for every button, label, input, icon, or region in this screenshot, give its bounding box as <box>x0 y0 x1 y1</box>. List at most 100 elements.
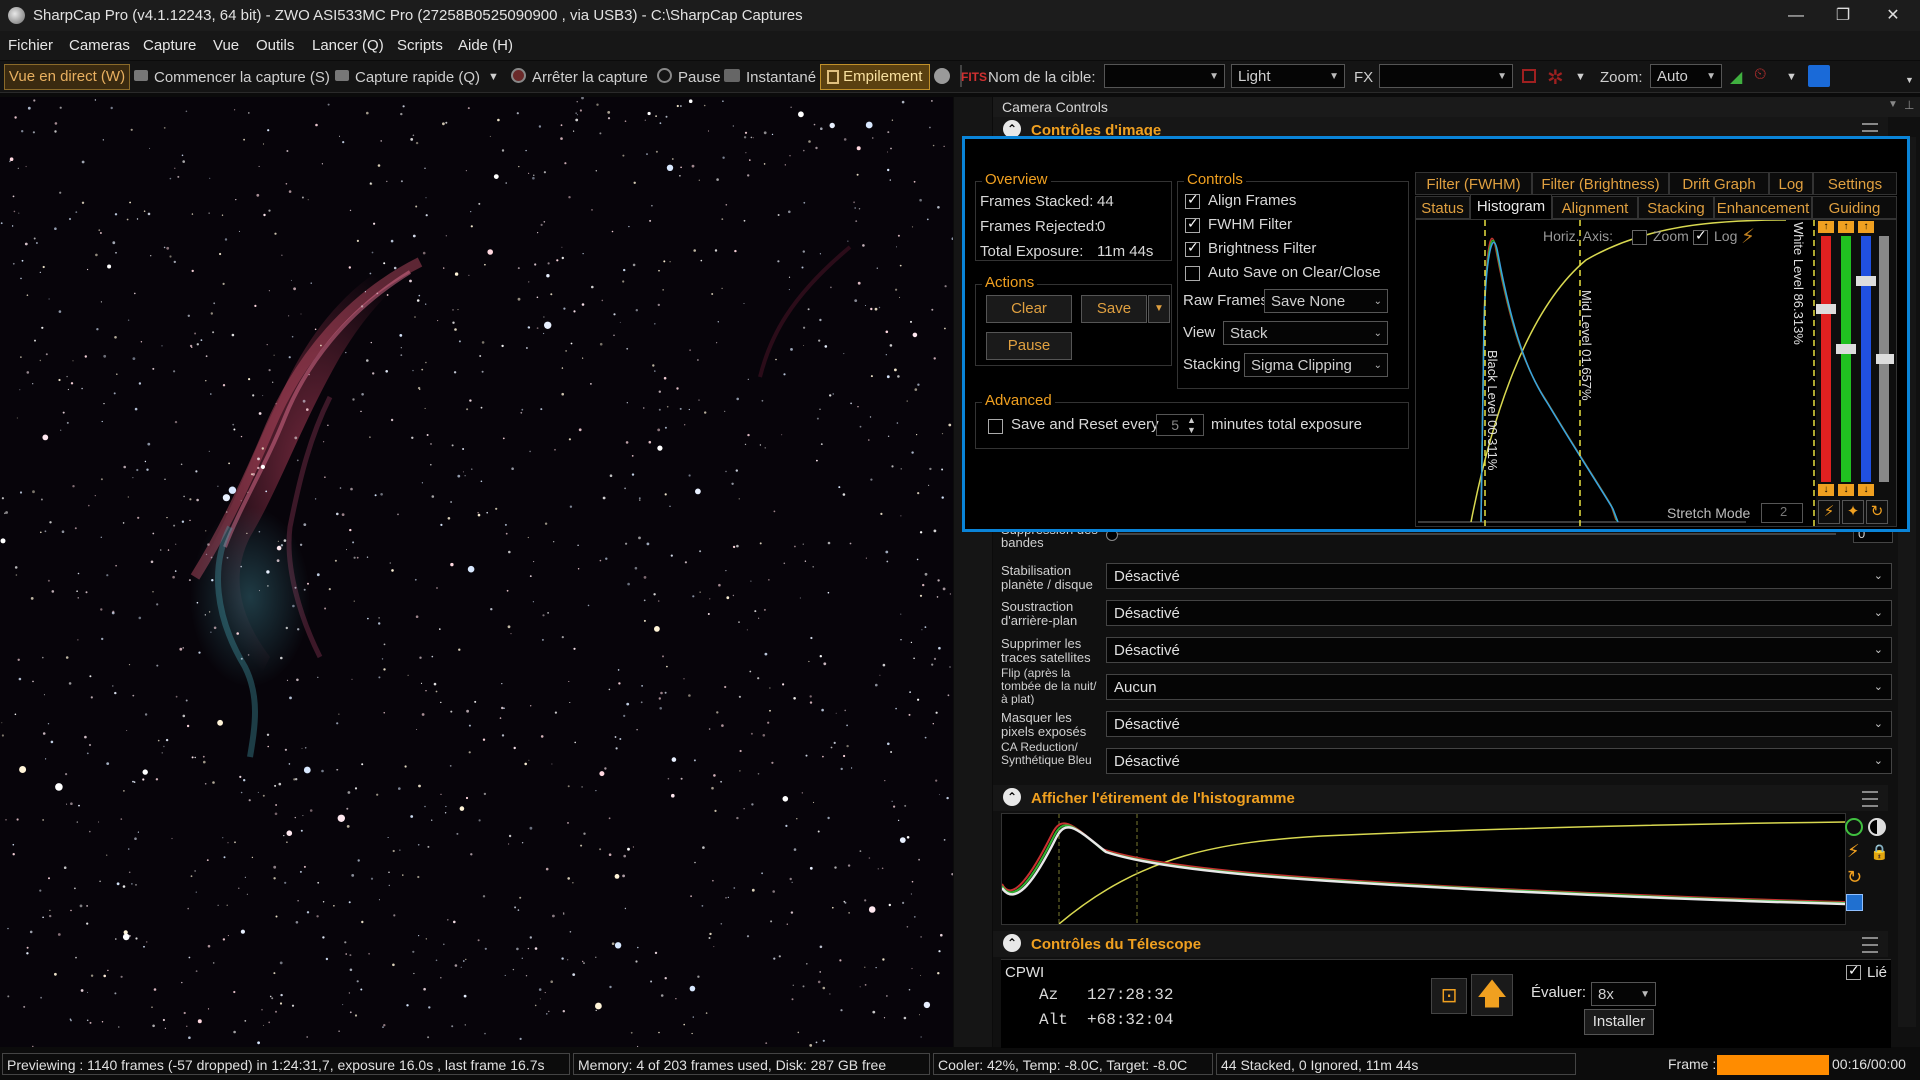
close-button[interactable]: ✕ <box>1870 0 1916 31</box>
raw-frames-select[interactable]: Save None ⌄ <box>1264 289 1388 313</box>
tab-alignment[interactable]: Alignment <box>1552 196 1638 219</box>
save-icon[interactable] <box>1846 894 1863 911</box>
contrast-icon[interactable] <box>1868 818 1886 836</box>
alarm-clock-icon[interactable]: ⏲ <box>1754 66 1766 84</box>
fits-header-icon[interactable]: FITS <box>961 70 987 84</box>
auto-stretch-icon[interactable]: ⚡ <box>1741 224 1755 249</box>
stop-capture-button[interactable]: Arrêter la capture <box>532 69 648 86</box>
stabilisation-select[interactable]: Désactivé ⌄ <box>1106 563 1892 589</box>
background-subtraction-select[interactable]: Désactivé ⌄ <box>1106 600 1892 626</box>
tab-stacking[interactable]: Stacking <box>1638 196 1714 219</box>
green-level-slider[interactable] <box>1841 236 1851 482</box>
hot-pixels-select[interactable]: Désactivé ⌄ <box>1106 711 1892 737</box>
menu-scripts[interactable]: Scripts <box>397 37 443 54</box>
quick-capture-button[interactable]: Capture rapide (Q) <box>355 69 480 86</box>
lightning-icon[interactable]: ⚡ <box>1847 841 1860 862</box>
flip-select[interactable]: Aucun ⌄ <box>1106 674 1892 700</box>
arrow-down-icon[interactable]: ↓ <box>1858 484 1874 496</box>
minimize-button[interactable]: — <box>1773 0 1819 31</box>
menu-capture[interactable]: Capture <box>143 37 196 54</box>
align-frames-checkbox[interactable] <box>1185 191 1200 209</box>
crosshair-icon[interactable]: ✲ <box>1547 65 1564 90</box>
fx-select[interactable]: ▼ <box>1379 64 1513 88</box>
menu-icon[interactable] <box>1862 937 1878 953</box>
save-button[interactable]: Save <box>1081 295 1147 323</box>
star-icon[interactable]: ✦ <box>1842 500 1864 524</box>
toolbar-overflow-icon[interactable]: ▼ <box>1905 75 1914 85</box>
red-level-slider[interactable] <box>1821 236 1831 482</box>
tab-histogram[interactable]: Histogram <box>1470 194 1552 220</box>
arrow-up-icon[interactable]: ↑ <box>1838 221 1854 233</box>
stack-histogram-panel[interactable]: Black Level 00.311% Mid Level 01.657% Wh… <box>1415 219 1897 527</box>
pin-icon[interactable]: ⊥ <box>1904 98 1914 112</box>
arrow-up-icon[interactable]: ↑ <box>1858 221 1874 233</box>
zoom-select[interactable]: Auto ▼ <box>1650 64 1722 88</box>
target-name-select[interactable]: ▼ <box>1104 64 1225 88</box>
histogram-stretch-display[interactable] <box>1000 813 1846 925</box>
reticule-icon[interactable] <box>1522 69 1536 83</box>
arrow-up-icon[interactable]: ↑ <box>1818 221 1834 233</box>
lightning-icon[interactable]: ⚡ <box>1818 500 1840 524</box>
save-dropdown-icon[interactable]: ▼ <box>1148 295 1170 323</box>
frame-type-select[interactable]: Light ▼ <box>1231 64 1345 88</box>
histogram-icon[interactable]: ◢ <box>1730 67 1742 87</box>
menu-outils[interactable]: Outils <box>256 37 294 54</box>
linked-checkbox[interactable] <box>1846 962 1861 980</box>
arrow-up-icon[interactable]: 🡅 <box>1471 974 1513 1016</box>
rate-select[interactable]: 8x ▼ <box>1591 982 1656 1006</box>
brightness-filter-checkbox[interactable] <box>1185 239 1200 257</box>
arrow-down-icon[interactable]: ↓ <box>1838 484 1854 496</box>
tab-filter-brightness[interactable]: Filter (Brightness) <box>1532 172 1669 195</box>
green-slider-thumb[interactable] <box>1836 344 1856 354</box>
quick-capture-dropdown-icon[interactable]: ▼ <box>488 71 499 83</box>
panel-dropdown-icon[interactable]: ▼ <box>1888 99 1898 110</box>
chevron-up-icon[interactable]: ⌃ <box>1003 934 1021 952</box>
menu-cameras[interactable]: Cameras <box>69 37 130 54</box>
tab-status[interactable]: Status <box>1415 196 1470 219</box>
scripting-icon[interactable] <box>1808 65 1830 87</box>
live-view-button[interactable]: Vue en direct (W) <box>4 64 130 90</box>
install-button[interactable]: Installer <box>1584 1009 1654 1035</box>
home-icon[interactable]: ⊡ <box>1431 978 1467 1014</box>
satellite-trail-select[interactable]: Désactivé ⌄ <box>1106 637 1892 663</box>
camera-image-view[interactable] <box>0 97 953 1047</box>
menu-vue[interactable]: Vue <box>213 37 239 54</box>
menu-fichier[interactable]: Fichier <box>8 37 53 54</box>
tab-enhancement[interactable]: Enhancement <box>1714 196 1812 219</box>
pause-button[interactable]: Pause <box>678 69 721 86</box>
stretch-mode-input[interactable]: 2 <box>1761 503 1803 523</box>
snapshot-button[interactable]: Instantané <box>746 69 816 86</box>
dark-frame-icon[interactable] <box>934 68 950 84</box>
tab-filter-fwhm[interactable]: Filter (FWHM) <box>1415 172 1532 195</box>
red-slider-thumb[interactable] <box>1816 304 1836 314</box>
tab-drift-graph[interactable]: Drift Graph <box>1669 172 1769 195</box>
blue-level-slider[interactable] <box>1861 236 1871 482</box>
log-checkbox[interactable] <box>1693 227 1708 245</box>
maximize-button[interactable]: ❐ <box>1820 0 1866 31</box>
tab-log[interactable]: Log <box>1769 172 1813 195</box>
chevron-up-icon[interactable]: ⌃ <box>1003 788 1021 806</box>
power-icon[interactable] <box>1845 818 1863 836</box>
menu-lancer[interactable]: Lancer (Q) <box>312 37 384 54</box>
view-select[interactable]: Stack ⌄ <box>1223 321 1388 345</box>
arrow-down-icon[interactable]: ↓ <box>1818 484 1834 496</box>
auto-save-checkbox[interactable] <box>1185 266 1200 281</box>
clock-dropdown-icon[interactable]: ▼ <box>1786 71 1797 83</box>
banding-slider[interactable] <box>1106 533 1836 535</box>
save-reset-minutes-input[interactable]: 5 <box>1156 414 1204 436</box>
zoom-checkbox[interactable] <box>1632 230 1647 245</box>
lock-icon[interactable]: 🔒 <box>1870 843 1889 861</box>
reset-icon[interactable]: ↻ <box>1847 867 1862 888</box>
live-stack-button[interactable]: Empilement <box>820 64 930 90</box>
luminance-slider-thumb[interactable] <box>1876 354 1894 364</box>
spinner-icon[interactable]: ▲ ▼ <box>1187 415 1196 435</box>
fwhm-filter-checkbox[interactable] <box>1185 215 1200 233</box>
ca-reduction-select[interactable]: Désactivé ⌄ <box>1106 748 1892 774</box>
reset-icon[interactable]: ↻ <box>1866 500 1888 524</box>
blue-slider-thumb[interactable] <box>1856 276 1876 286</box>
save-reset-checkbox[interactable] <box>988 419 1003 434</box>
pause-stack-button[interactable]: Pause <box>986 332 1072 360</box>
telescope-header[interactable]: ⌃ Contrôles du Télescope <box>993 931 1888 957</box>
menu-icon[interactable] <box>1862 791 1878 807</box>
clear-button[interactable]: Clear <box>986 295 1072 323</box>
